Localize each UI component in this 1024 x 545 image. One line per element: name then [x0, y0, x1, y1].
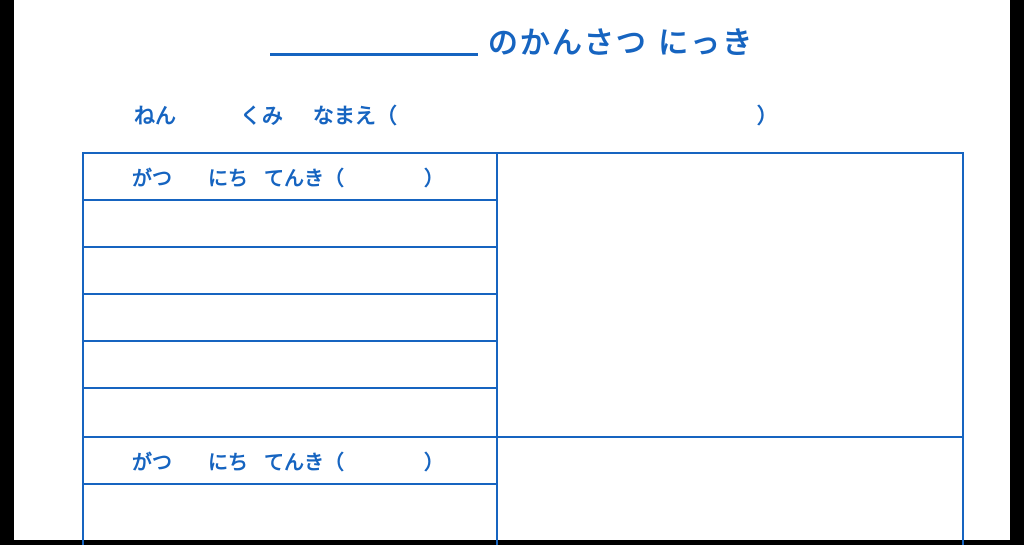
entry-left-column: がつ にち てんき （ ） — [84, 154, 498, 436]
entry-block: がつ にち てんき （ ） — [84, 154, 962, 438]
name-close-paren: ） — [757, 100, 778, 130]
worksheet-page: のかんさつ にっき ねん くみ なまえ （ ） がつ にち てんき （ ） — [14, 0, 1010, 540]
student-info-row: ねん くみ なまえ （ ） — [14, 62, 1010, 152]
name-label: なまえ — [313, 100, 376, 130]
day-label: にち — [208, 446, 248, 475]
weather-label: てんき — [264, 446, 324, 475]
writing-line[interactable] — [84, 248, 496, 295]
writing-line[interactable] — [84, 389, 496, 436]
weather-open-paren: （ — [324, 446, 344, 475]
entries-grid: がつ にち てんき （ ） がつ — [82, 152, 964, 545]
writing-line[interactable] — [84, 485, 496, 545]
title-suffix: のかんさつ にっき — [488, 18, 754, 62]
entry-date-row: がつ にち てんき （ ） — [84, 154, 496, 201]
month-label: がつ — [132, 162, 172, 191]
entry-drawing-area[interactable] — [498, 438, 962, 545]
day-label: にち — [208, 162, 248, 191]
entry-date-row: がつ にち てんき （ ） — [84, 438, 496, 485]
weather-open-paren: （ — [324, 162, 344, 191]
entry-block: がつ にち てんき （ ） — [84, 438, 962, 545]
writing-line[interactable] — [84, 295, 496, 342]
writing-line[interactable] — [84, 201, 496, 248]
title-row: のかんさつ にっき — [14, 0, 1010, 62]
entry-left-column: がつ にち てんき （ ） — [84, 438, 498, 545]
month-label: がつ — [132, 446, 172, 475]
name-open-paren: （ — [376, 100, 397, 130]
weather-label: てんき — [264, 162, 324, 191]
weather-close-paren: ） — [424, 162, 444, 191]
writing-line[interactable] — [84, 342, 496, 389]
weather-close-paren: ） — [424, 446, 444, 475]
entry-drawing-area[interactable] — [498, 154, 962, 436]
title-blank-underline[interactable] — [270, 53, 478, 56]
year-label: ねん — [134, 100, 176, 130]
class-label: くみ — [240, 100, 283, 130]
